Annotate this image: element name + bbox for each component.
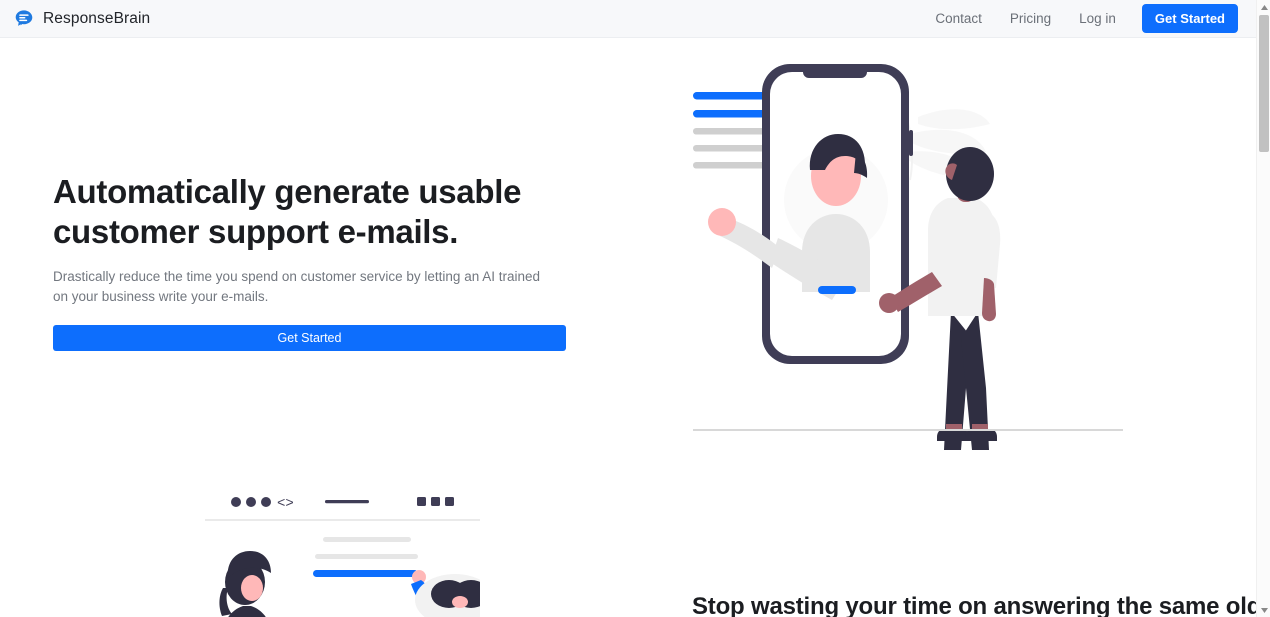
section-two-headline: Stop wasting your time on answering the … [692,593,1262,617]
window-dot [246,497,256,507]
page-scrollbar[interactable] [1256,0,1270,617]
window-square [417,497,426,506]
speech-bubble-logo-icon [14,9,34,29]
nav-link-pricing[interactable]: Pricing [996,0,1065,38]
header-get-started-button[interactable]: Get Started [1141,4,1238,33]
scroll-up-arrow-icon[interactable] [1257,0,1270,14]
brand-logo[interactable]: ResponseBrain [14,9,150,29]
window-square [431,497,440,506]
address-bar-line [325,500,369,504]
document-lines [313,537,418,577]
phone-screen-button [818,286,856,294]
hero-get-started-button[interactable]: Get Started [53,325,566,351]
hero-subtitle: Drastically reduce the time you spend on… [53,268,540,304]
nav-link-login[interactable]: Log in [1065,0,1130,38]
scroll-down-arrow-icon[interactable] [1257,603,1270,617]
code-glyph-icon: <> [277,496,294,512]
browser-mockup-illustration: <> [205,482,480,617]
window-dot [261,497,271,507]
nav-link-contact[interactable]: Contact [921,0,996,38]
hero-text-block: Automatically generate usable customer s… [53,172,583,351]
hero-illustration [660,52,1160,452]
primary-navigation: Contact Pricing Log in Get Started [921,0,1238,38]
section-two-block: Stop wasting your time on answering the … [692,592,1262,617]
landing-page: ResponseBrain Contact Pricing Log in Get… [0,0,1270,617]
browser-window-chrome: <> [205,496,480,521]
window-square [445,497,454,506]
window-dot [231,497,241,507]
scrollbar-thumb[interactable] [1259,15,1269,152]
site-header: ResponseBrain Contact Pricing Log in Get… [0,0,1256,38]
hero-headline: Automatically generate usable customer s… [53,173,522,251]
brand-name: ResponseBrain [43,9,151,27]
